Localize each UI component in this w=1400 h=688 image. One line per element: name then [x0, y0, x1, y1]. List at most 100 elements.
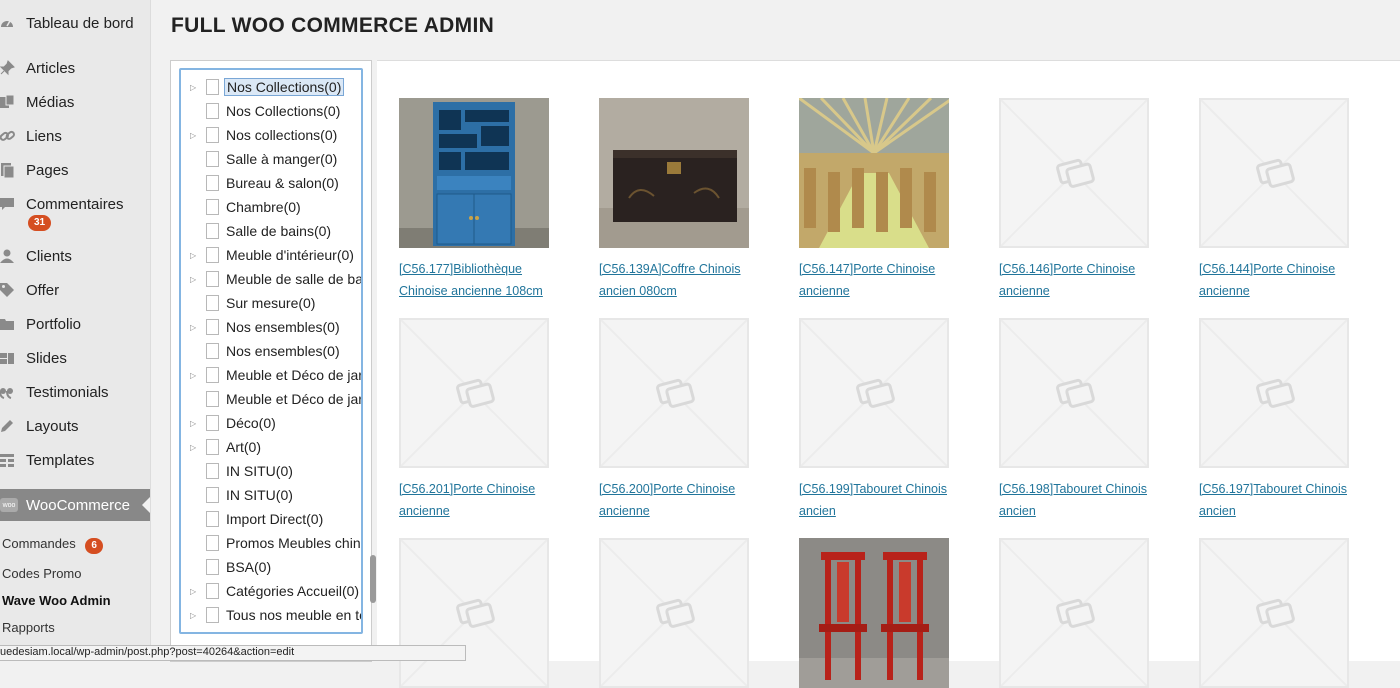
- menu-item-dashboard[interactable]: Tableau de bord: [0, 9, 150, 37]
- placeholder-image[interactable]: [1199, 98, 1349, 248]
- menu-item-liens[interactable]: Liens: [0, 122, 150, 150]
- placeholder-image[interactable]: [999, 98, 1149, 248]
- submenu-codes-promo[interactable]: Codes Promo: [2, 566, 81, 581]
- menu-item-woocommerce[interactable]: woo WooCommerce: [0, 489, 150, 521]
- tree-item[interactable]: BSA(0): [181, 555, 361, 579]
- placeholder-image[interactable]: [1199, 318, 1349, 468]
- expand-arrow-icon[interactable]: ▷: [190, 371, 198, 380]
- menu-item-offer[interactable]: Offer: [0, 276, 150, 304]
- tree-item[interactable]: ▷ Tous nos meuble en te: [181, 603, 361, 627]
- tree-item[interactable]: ▷ Nos ensembles(0): [181, 315, 361, 339]
- tree-item[interactable]: Bureau & salon(0): [181, 171, 361, 195]
- menu-label: Offer: [26, 281, 60, 299]
- expand-arrow-icon[interactable]: ▷: [190, 251, 198, 260]
- placeholder-image[interactable]: [999, 538, 1149, 688]
- tree-item[interactable]: IN SITU(0): [181, 483, 361, 507]
- product-card: [C56.197]Tabouret Chinois ancien: [1199, 318, 1369, 522]
- placeholder-image[interactable]: [799, 318, 949, 468]
- product-title-line2: ancienne: [1199, 284, 1250, 298]
- tree-item[interactable]: Sur mesure(0): [181, 291, 361, 315]
- tree-item[interactable]: IN SITU(0): [181, 459, 361, 483]
- document-icon: [206, 319, 219, 335]
- expand-arrow-icon[interactable]: ▷: [190, 275, 198, 284]
- menu-item-pages[interactable]: Pages: [0, 156, 150, 184]
- product-image[interactable]: [799, 98, 949, 248]
- tree-item[interactable]: ▷ Art(0): [181, 435, 361, 459]
- menu-label: Tableau de bord: [26, 14, 134, 32]
- tree-scrollbar[interactable]: [370, 555, 376, 603]
- product-card: [C56.146]Porte Chinoise ancienne: [999, 98, 1169, 302]
- expand-arrow-icon[interactable]: ▷: [190, 611, 198, 620]
- products-panel: [C56.177]Bibliothèque Chinoise ancienne 1…: [377, 60, 1400, 688]
- expand-arrow-icon[interactable]: ▷: [190, 419, 198, 428]
- placeholder-image[interactable]: [1199, 538, 1349, 688]
- menu-item-medias[interactable]: Médias: [0, 88, 150, 116]
- menu-item-testimonials[interactable]: Testimonials: [0, 378, 150, 406]
- menu-item-slides[interactable]: Slides: [0, 344, 150, 372]
- expand-arrow-icon[interactable]: ▷: [190, 587, 198, 596]
- expand-arrow-icon[interactable]: ▷: [190, 323, 198, 332]
- product-title-line2: ancien: [1199, 504, 1236, 518]
- product-link[interactable]: [C56.197]Tabouret Chinois ancien: [1199, 478, 1369, 522]
- tree-item[interactable]: ▷ Catégories Accueil(0): [181, 579, 361, 603]
- category-tree[interactable]: ▷ Nos Collections(0) Nos Collections(0) ▷ No…: [179, 68, 363, 634]
- product-image[interactable]: [599, 98, 749, 248]
- tree-item-label: BSA(0): [226, 559, 272, 575]
- menu-item-portfolio[interactable]: Portfolio: [0, 310, 150, 338]
- document-icon: [206, 79, 219, 95]
- tree-item[interactable]: Promos Meubles chino: [181, 531, 361, 555]
- product-link[interactable]: [C56.146]Porte Chinoise ancienne: [999, 258, 1169, 302]
- tree-item[interactable]: Salle à manger(0): [181, 147, 361, 171]
- product-link[interactable]: [C56.147]Porte Chinoise ancienne: [799, 258, 969, 302]
- placeholder-image[interactable]: [999, 318, 1149, 468]
- tree-item[interactable]: Nos Collections(0): [181, 99, 361, 123]
- product-link[interactable]: [C56.200]Porte Chinoise ancienne: [599, 478, 769, 522]
- submenu-label: Wave Woo Admin: [2, 593, 111, 608]
- placeholder-image[interactable]: [399, 318, 549, 468]
- placeholder-image[interactable]: [599, 318, 749, 468]
- product-link[interactable]: [C56.201]Porte Chinoise ancienne: [399, 478, 569, 522]
- product-image[interactable]: [399, 98, 549, 248]
- tree-item[interactable]: Salle de bains(0): [181, 219, 361, 243]
- link-icon: [0, 127, 16, 145]
- document-icon: [206, 583, 219, 599]
- tree-item[interactable]: ▷ Meuble et Déco de jar: [181, 363, 363, 387]
- submenu-wave-woo-admin[interactable]: Wave Woo Admin: [2, 593, 111, 608]
- tree-item[interactable]: Meuble et Déco de jar: [181, 387, 361, 411]
- submenu-rapports[interactable]: Rapports: [2, 620, 55, 635]
- expand-arrow-icon[interactable]: ▷: [190, 443, 198, 452]
- tree-item[interactable]: Nos ensembles(0): [181, 339, 361, 363]
- product-link[interactable]: [C56.177]Bibliothèque Chinoise ancienne 1…: [399, 258, 569, 302]
- page-title: FULL WOO COMMERCE ADMIN: [171, 14, 495, 37]
- tree-item-label: Meuble et Déco de jar: [226, 367, 363, 383]
- menu-item-clients[interactable]: Clients: [0, 242, 150, 270]
- menu-label: Slides: [26, 349, 67, 367]
- product-link[interactable]: [C56.199]Tabouret Chinois ancien: [799, 478, 969, 522]
- product-link[interactable]: [C56.198]Tabouret Chinois ancien: [999, 478, 1169, 522]
- product-link[interactable]: [C56.139A]Coffre Chinois ancien 080cm: [599, 258, 769, 302]
- menu-item-articles[interactable]: Articles: [0, 54, 150, 82]
- tree-item[interactable]: ▷ Meuble d'intérieur(0): [181, 243, 361, 267]
- tag-icon: [0, 281, 16, 299]
- product-title-line1: [C56.147]Porte Chinoise: [799, 262, 936, 276]
- tree-item[interactable]: Import Direct(0): [181, 507, 361, 531]
- expand-arrow-icon[interactable]: ▷: [190, 83, 198, 92]
- tree-item[interactable]: ▷ Nos collections(0): [181, 123, 361, 147]
- submenu-commandes[interactable]: Commandes 6: [2, 536, 103, 554]
- tree-item[interactable]: ▷ Déco(0): [181, 411, 361, 435]
- tree-item[interactable]: ▷ Nos Collections(0): [181, 75, 361, 99]
- menu-item-templates[interactable]: Templates: [0, 446, 150, 474]
- expand-arrow-icon[interactable]: ▷: [190, 131, 198, 140]
- placeholder-image[interactable]: [599, 538, 749, 688]
- product-title-line2: Chinoise ancienne 108cm: [399, 284, 543, 298]
- product-title-line1: [C56.139A]Coffre Chinois: [599, 262, 741, 276]
- tree-item[interactable]: Chambre(0): [181, 195, 361, 219]
- menu-item-layouts[interactable]: Layouts: [0, 412, 150, 440]
- product-card: [999, 538, 1169, 688]
- tree-item[interactable]: ▷ Meuble de salle de bai: [181, 267, 361, 291]
- menu-label: Pages: [26, 161, 69, 179]
- product-image[interactable]: [799, 538, 949, 688]
- product-link[interactable]: [C56.144]Porte Chinoise ancienne: [1199, 258, 1369, 302]
- placeholder-image[interactable]: [399, 538, 549, 688]
- menu-item-commentaires[interactable]: Commentaires: [0, 190, 150, 218]
